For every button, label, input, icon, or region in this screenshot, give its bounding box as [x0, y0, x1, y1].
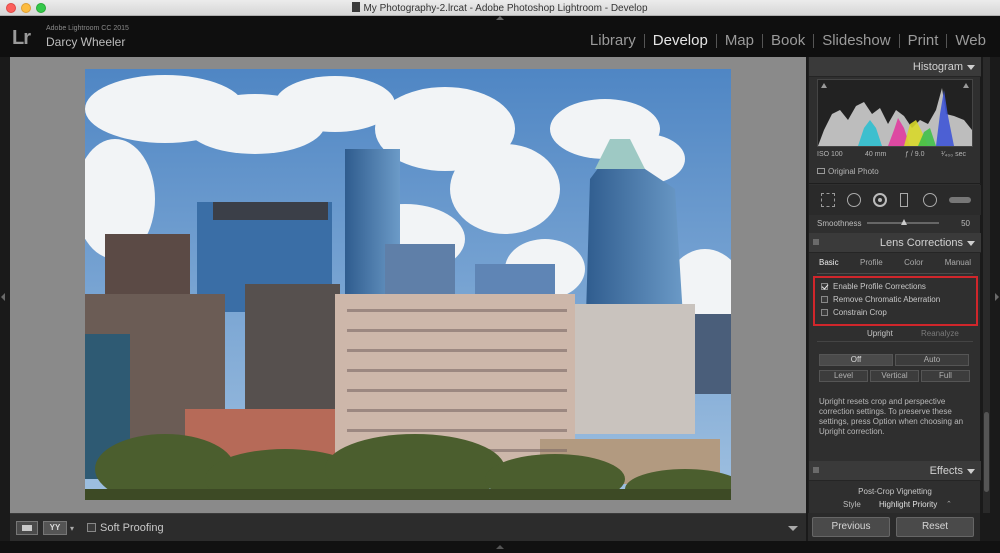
city-skyline-photo: [85, 69, 731, 500]
upright-vertical-button[interactable]: Vertical: [870, 370, 919, 382]
module-web[interactable]: Web: [947, 32, 994, 49]
lens-option-checkbox[interactable]: [821, 283, 828, 290]
lens-option-row[interactable]: Constrain Crop: [821, 308, 887, 317]
before-after-view-button[interactable]: YY: [43, 521, 67, 535]
lens-option-row[interactable]: Remove Chromatic Aberration: [821, 295, 940, 304]
lens-option-row[interactable]: Enable Profile Corrections: [821, 282, 926, 291]
collapse-histogram-icon[interactable]: [967, 65, 975, 70]
iso-value: ISO 100: [817, 151, 843, 158]
collapse-left-panel-icon[interactable]: [1, 293, 5, 301]
lens-corrections-title: Lens Corrections: [879, 237, 963, 249]
lens-option-label: Remove Chromatic Aberration: [833, 295, 941, 304]
aperture-value: ƒ / 9.0: [905, 151, 925, 158]
tab-manual[interactable]: Manual: [941, 257, 975, 271]
module-develop[interactable]: Develop: [645, 32, 716, 49]
vignetting-style-select[interactable]: Highlight Priority: [879, 500, 937, 509]
spot-removal-icon[interactable]: [847, 193, 861, 207]
crop-tool-icon[interactable]: [821, 193, 835, 207]
smoothness-slider-thumb[interactable]: [901, 219, 907, 225]
radial-filter-icon[interactable]: [923, 193, 937, 207]
module-book[interactable]: Book: [763, 32, 813, 49]
window-title-wrap: My Photography-2.lrcat - Adobe Photoshop…: [0, 2, 1000, 14]
upright-info-text: Upright resets crop and perspective corr…: [819, 397, 964, 436]
reanalyze-button[interactable]: Reanalyze: [921, 329, 959, 338]
window-title: My Photography-2.lrcat - Adobe Photoshop…: [363, 3, 648, 14]
lightroom-logo: Lr: [12, 27, 31, 49]
identity-plate-name: Darcy Wheeler: [46, 35, 126, 49]
upright-auto-button[interactable]: Auto: [895, 354, 969, 366]
collapse-right-panel-icon[interactable]: [995, 293, 999, 301]
highlight-clipping-icon[interactable]: [963, 83, 969, 88]
module-map[interactable]: Map: [717, 32, 762, 49]
lens-corrections-tabs: Basic Profile Color Manual: [815, 257, 975, 271]
lens-option-label: Enable Profile Corrections: [833, 282, 926, 291]
document-icon: [352, 2, 361, 12]
lens-option-checkbox[interactable]: [821, 296, 828, 303]
graduated-filter-icon[interactable]: [900, 193, 908, 207]
reset-button[interactable]: Reset: [896, 517, 974, 537]
top-bar: Lr Adobe Lightroom CC 2015 Darcy Wheeler…: [0, 16, 1000, 57]
upright-label: Upright: [867, 329, 893, 338]
divider: [817, 341, 973, 342]
vignetting-style-label: Style: [843, 500, 861, 509]
divider: [809, 183, 981, 184]
upright-level-button[interactable]: Level: [819, 370, 868, 382]
lens-corrections-header[interactable]: Lens Corrections: [809, 233, 981, 253]
original-photo-toggle[interactable]: Original Photo: [817, 167, 879, 176]
original-photo-icon: [817, 168, 825, 174]
upright-full-button[interactable]: Full: [921, 370, 970, 382]
effects-header[interactable]: Effects: [809, 461, 981, 481]
vignetting-title: Post-Crop Vignetting: [858, 487, 932, 496]
bottom-toolbar: YY ▾ Soft Proofing: [10, 513, 806, 541]
upright-off-button[interactable]: Off: [819, 354, 893, 366]
panel-toggle-icon[interactable]: [813, 239, 819, 245]
histogram-header[interactable]: Histogram: [809, 57, 981, 77]
chevron-down-icon[interactable]: ⌃: [946, 500, 952, 508]
histogram-curve: [818, 88, 972, 146]
module-print[interactable]: Print: [900, 32, 947, 49]
histogram-title: Histogram: [912, 61, 963, 73]
lens-option-label: Constrain Crop: [833, 308, 887, 317]
lightroom-window: My Photography-2.lrcat - Adobe Photoshop…: [0, 0, 1000, 553]
module-library[interactable]: Library: [582, 32, 644, 49]
effects-title: Effects: [929, 465, 963, 477]
histogram-graph[interactable]: [817, 79, 973, 147]
photo-preview[interactable]: [85, 69, 731, 500]
shutter-value: ¹⁄₄₀₀ sec: [941, 151, 967, 158]
collapse-lens-corrections-icon[interactable]: [967, 241, 975, 246]
scrollbar-thumb[interactable]: [984, 412, 989, 492]
right-panel-scrollbar[interactable]: [983, 57, 990, 513]
shadow-clipping-icon[interactable]: [821, 83, 827, 88]
image-canvas: [10, 57, 806, 513]
collapse-effects-icon[interactable]: [967, 469, 975, 474]
module-slideshow[interactable]: Slideshow: [814, 32, 898, 49]
adjustment-brush-icon[interactable]: [949, 197, 971, 203]
tab-divider: [817, 273, 973, 274]
original-photo-label: Original Photo: [828, 167, 879, 176]
module-picker: Library Develop Map Book Slideshow Print Web: [582, 32, 994, 49]
previous-button[interactable]: Previous: [812, 517, 890, 537]
collapse-top-panel-icon[interactable]: [496, 16, 504, 20]
right-panel: Histogram ISO 100 40 mm ƒ / 9.0 ¹⁄₄₀₀ se…: [808, 57, 981, 541]
app-name: Adobe Lightroom CC 2015: [46, 25, 129, 32]
smoothness-label: Smoothness: [817, 219, 862, 228]
focal-length-value: 40 mm: [865, 151, 887, 158]
smoothness-value[interactable]: 50: [961, 219, 970, 228]
panel-toggle-icon[interactable]: [813, 467, 819, 473]
title-bar: My Photography-2.lrcat - Adobe Photoshop…: [0, 0, 1000, 16]
tab-profile[interactable]: Profile: [856, 257, 887, 271]
expand-filmstrip-icon[interactable]: [496, 545, 504, 549]
tab-basic[interactable]: Basic: [815, 257, 843, 271]
tool-strip: [809, 185, 981, 215]
red-eye-icon[interactable]: [873, 193, 887, 207]
toolbar-content-menu-icon[interactable]: [788, 526, 798, 531]
panel-footer: Previous Reset: [808, 513, 980, 541]
view-options-caret-icon[interactable]: ▾: [70, 524, 74, 533]
soft-proofing-label: Soft Proofing: [100, 522, 164, 534]
soft-proofing-checkbox[interactable]: [87, 523, 96, 532]
loupe-view-button[interactable]: [16, 521, 38, 535]
tab-color[interactable]: Color: [900, 257, 927, 271]
lens-option-checkbox[interactable]: [821, 309, 828, 316]
